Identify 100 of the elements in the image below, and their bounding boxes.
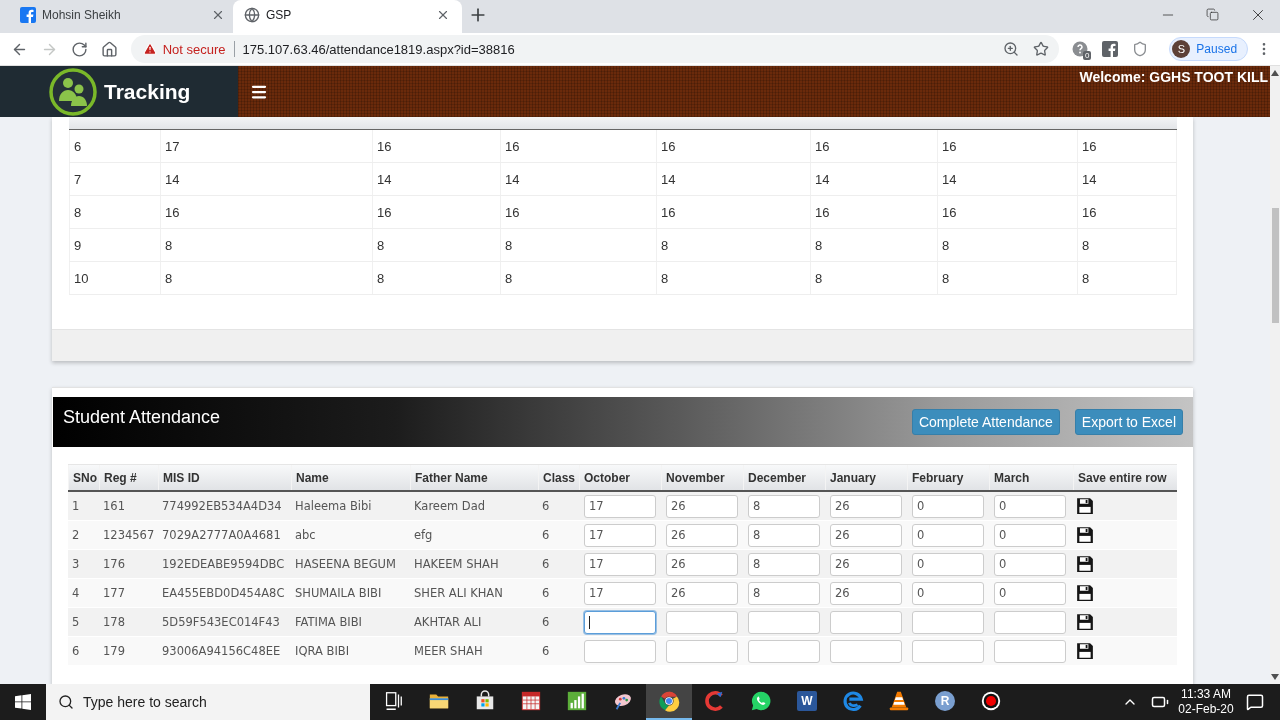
table-cell: 16 (810, 196, 937, 228)
month-input[interactable] (830, 610, 902, 634)
column-header[interactable]: October (579, 465, 661, 490)
month-input[interactable]: 0 (912, 523, 984, 547)
table-cell-text: 6 (541, 585, 551, 602)
month-input[interactable] (830, 639, 902, 663)
table-cell-text: abc (294, 527, 317, 544)
profile-button[interactable]: S Paused (1169, 37, 1249, 61)
month-input[interactable]: 8 (748, 494, 820, 518)
column-header[interactable]: Father Name (410, 465, 538, 490)
scrollbar-thumb[interactable] (1271, 208, 1279, 323)
month-input[interactable] (666, 639, 738, 663)
column-header[interactable]: February (907, 465, 989, 490)
table-cell-text: 7029A2777A0A4681 (161, 527, 282, 544)
scrollbar[interactable] (1270, 66, 1280, 684)
month-input[interactable] (912, 639, 984, 663)
month-input[interactable]: 17 (584, 523, 656, 547)
column-header[interactable]: Save entire row (1073, 465, 1176, 490)
month-input[interactable]: 17 (584, 494, 656, 518)
action-button[interactable]: Complete Attendance (911, 409, 1060, 435)
table-cell-text: 93006A94156C48EE (161, 643, 282, 660)
notification-icon[interactable] (1246, 693, 1264, 711)
star-icon[interactable] (1033, 41, 1050, 57)
column-header[interactable]: SNo (68, 465, 99, 490)
taskbar-app-button[interactable]: W (784, 684, 830, 720)
month-input[interactable] (748, 639, 820, 663)
question-circle-icon[interactable] (1072, 41, 1089, 57)
clock[interactable]: 11:33 AM 02-Feb-20 (1175, 687, 1237, 717)
url-text[interactable]: 175.107.63.46/attendance1819.aspx?id=38816 (242, 41, 515, 57)
month-input[interactable] (584, 610, 656, 634)
f-logo-icon[interactable] (1102, 41, 1119, 57)
search-field[interactable]: Type here to search (46, 684, 370, 720)
month-input[interactable] (666, 610, 738, 634)
panel-title: Student Attendance (63, 407, 221, 428)
table-cell-text: 6 (541, 556, 551, 573)
column-header[interactable]: January (825, 465, 907, 490)
table-cell-text: SHUMAILA BIBI (294, 585, 383, 602)
month-input[interactable]: 0 (994, 581, 1066, 605)
month-input[interactable]: 8 (748, 552, 820, 576)
month-input[interactable]: 0 (994, 523, 1066, 547)
column-header[interactable]: December (743, 465, 825, 490)
month-input[interactable]: 26 (666, 494, 738, 518)
bar-chart-icon (566, 690, 588, 712)
table-cell-text: 1 (71, 498, 81, 515)
warning-icon (142, 42, 157, 56)
month-input[interactable] (994, 610, 1066, 634)
month-input[interactable]: 8 (748, 581, 820, 605)
table-cell-text: FATIMA BIBI (294, 614, 363, 631)
month-input[interactable]: 8 (748, 523, 820, 547)
month-input[interactable]: 26 (830, 581, 902, 605)
table-cell-text: 1234567 (102, 527, 156, 544)
address-bar[interactable]: Not secure 175.107.63.46/attendance1819.aspx?id=38816 (130, 35, 1060, 63)
table-cell: 14 (937, 163, 1077, 195)
month-input[interactable]: 0 (912, 494, 984, 518)
table-cell-text: MEER SHAH (413, 643, 484, 660)
home-icon[interactable] (101, 40, 119, 58)
windows-logo-icon[interactable] (15, 694, 31, 710)
table-cell: 8 (160, 229, 372, 261)
brand-name[interactable]: Tracking (104, 79, 191, 104)
table-cell: 14 (1077, 163, 1177, 195)
month-input[interactable]: 0 (912, 581, 984, 605)
zoom-icon[interactable] (1003, 41, 1020, 57)
table-cell: 16 (937, 130, 1077, 162)
month-input[interactable]: 0 (994, 494, 1066, 518)
month-input[interactable]: 26 (666, 581, 738, 605)
month-input[interactable]: 26 (830, 494, 902, 518)
table-cell: 16 (656, 196, 810, 228)
shield-icon[interactable] (1132, 41, 1149, 57)
month-input[interactable] (748, 610, 820, 634)
table-cell: 14 (160, 163, 372, 195)
restore-icon[interactable] (1206, 8, 1219, 21)
action-button[interactable]: Export to Excel (1074, 409, 1183, 435)
month-input[interactable]: 26 (666, 552, 738, 576)
table-cell-text: efg (413, 527, 434, 544)
month-input[interactable] (912, 610, 984, 634)
column-header[interactable]: Reg # (99, 465, 158, 490)
column-header[interactable]: March (989, 465, 1073, 490)
column-header[interactable]: November (661, 465, 743, 490)
browser-tab[interactable]: GSP (233, 0, 462, 33)
column-header[interactable]: Class (538, 465, 579, 490)
month-input[interactable]: 17 (584, 581, 656, 605)
column-header[interactable]: Name (291, 465, 410, 490)
table-cell: 8 (810, 262, 937, 294)
month-input[interactable]: 0 (994, 552, 1066, 576)
month-input[interactable]: 26 (830, 523, 902, 547)
taskbar-app-button[interactable] (646, 684, 692, 720)
month-input[interactable] (584, 639, 656, 663)
count-badge: 0 (1082, 51, 1092, 60)
column-header[interactable]: MIS ID (158, 465, 291, 490)
month-input[interactable] (994, 639, 1066, 663)
table-cell: 16 (1077, 196, 1177, 228)
caret-down-icon[interactable] (1271, 674, 1279, 680)
security-label[interactable]: Not secure (162, 41, 226, 57)
browser-tab[interactable]: Mohsin Sheikh (8, 0, 233, 33)
month-input[interactable]: 17 (584, 552, 656, 576)
caret-up-icon[interactable] (1271, 70, 1279, 76)
month-input[interactable]: 26 (666, 523, 738, 547)
month-input[interactable]: 26 (830, 552, 902, 576)
reload-icon[interactable] (71, 40, 89, 58)
month-input[interactable]: 0 (912, 552, 984, 576)
